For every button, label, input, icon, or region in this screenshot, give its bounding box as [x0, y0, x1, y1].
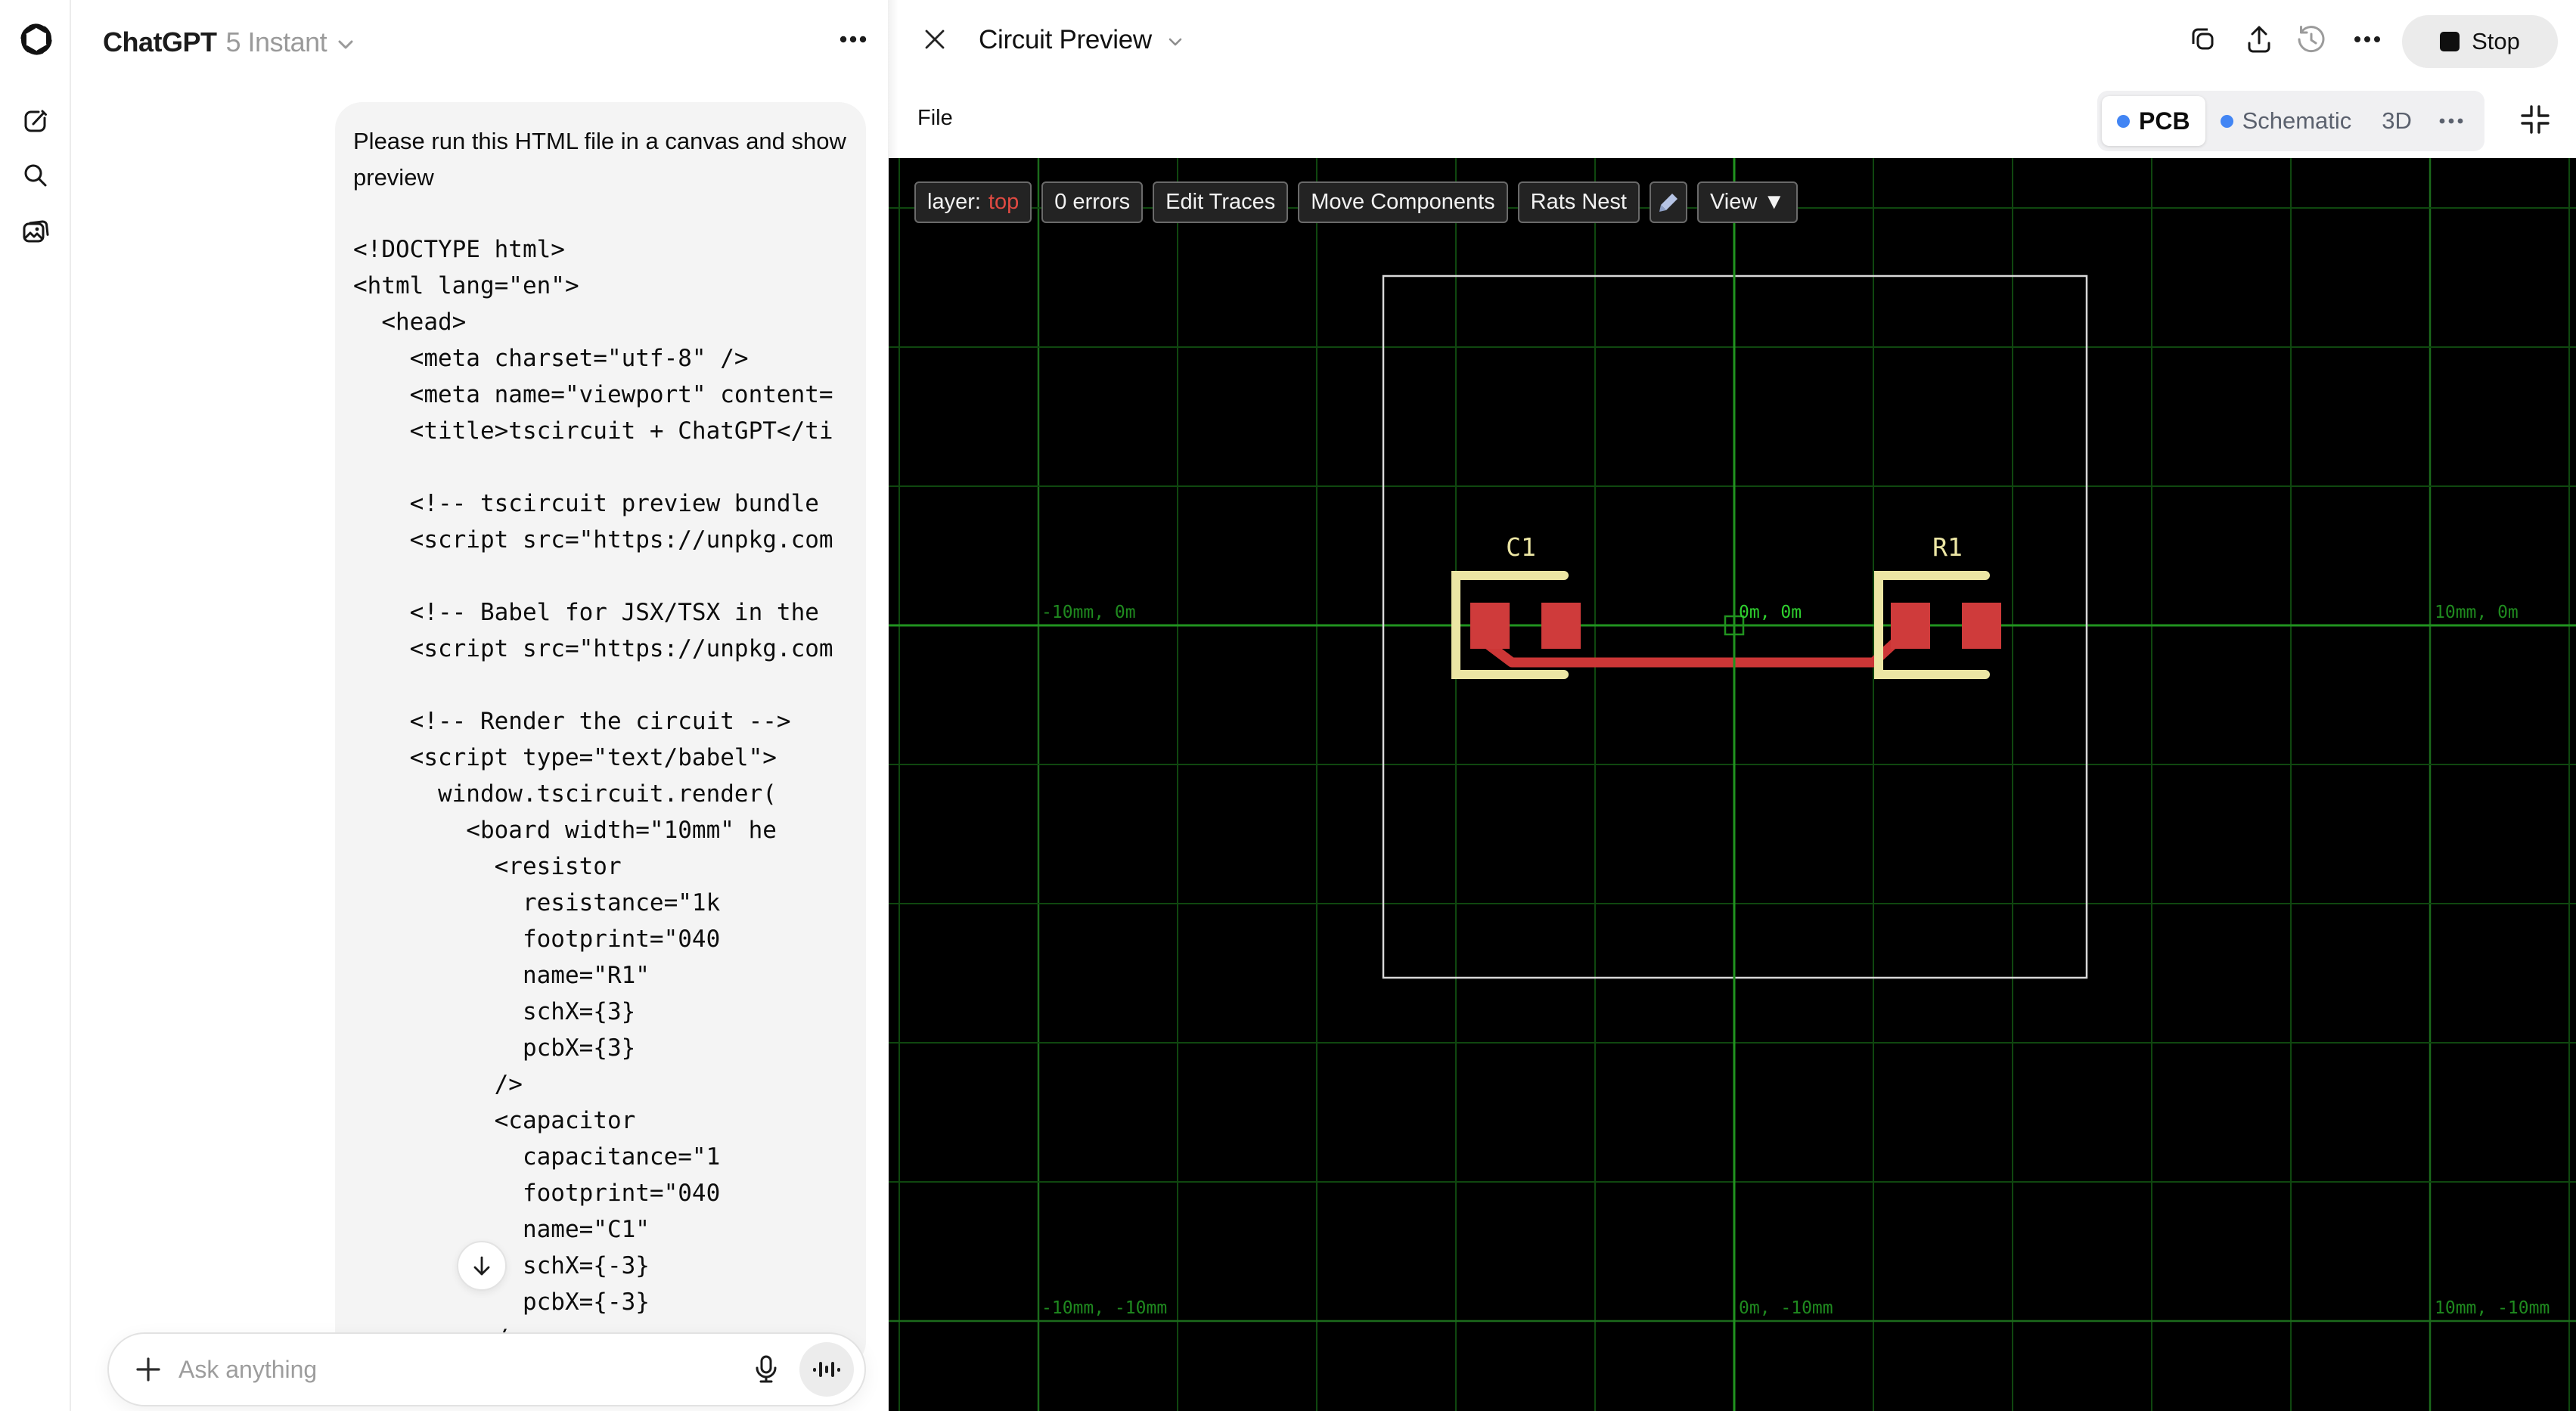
file-menu[interactable]: File [917, 97, 953, 139]
chat-column: ChatGPT 5 Instant Please run this HTML f… [73, 0, 886, 1411]
circuit-preview-panel: Circuit Preview Stop File PCB Schematic … [888, 0, 2576, 1411]
arrow-down-icon [473, 1256, 490, 1276]
pencil-icon [1659, 193, 1678, 212]
copy-icon[interactable] [2186, 23, 2219, 56]
pcb-drawing: C1 R1 -10mm, 0m 0m, 0m 10mm, 0m -10mm, -… [889, 158, 2576, 1411]
c1-pad-left [1470, 603, 1510, 649]
sidebar [0, 0, 71, 1411]
layer-button[interactable]: layer: top [914, 181, 1032, 223]
pencil-tool-button[interactable] [1649, 181, 1687, 223]
grid-label-left-bottom: -10mm, -10mm [1041, 1298, 1167, 1318]
r1-label: R1 [1932, 532, 1963, 562]
pcb-toolbar: layer: top 0 errors Edit Traces Move Com… [914, 181, 1799, 223]
stop-square-icon [2440, 32, 2460, 51]
tab-3d[interactable]: 3D [2367, 96, 2427, 146]
layer-value: top [988, 190, 1020, 214]
pcb-canvas[interactable]: C1 R1 -10mm, 0m 0m, 0m 10mm, 0m -10mm, -… [889, 158, 2576, 1411]
tab-schematic[interactable]: Schematic [2205, 96, 2367, 146]
user-message-code: <!DOCTYPE html> <html lang="en"> <head> … [353, 236, 833, 1352]
tab-pcb-label: PCB [2139, 107, 2190, 135]
history-icon[interactable] [2295, 23, 2328, 56]
c1-pad-right [1541, 603, 1581, 649]
composer [107, 1332, 866, 1406]
chevron-down-icon [1169, 38, 1182, 46]
voice-mode-button[interactable] [799, 1342, 854, 1397]
edit-traces-button[interactable]: Edit Traces [1153, 181, 1289, 223]
search-icon[interactable] [20, 160, 51, 191]
app-title: ChatGPT [103, 26, 217, 57]
model-selector[interactable]: ChatGPT 5 Instant [103, 23, 357, 62]
canvas-title: Circuit Preview [979, 25, 1152, 54]
grid-label-right-zero: 10mm, 0m [2435, 603, 2519, 622]
errors-button[interactable]: 0 errors [1041, 181, 1144, 223]
close-icon[interactable] [921, 26, 948, 53]
panel-more-options-icon[interactable] [2351, 23, 2384, 56]
stop-button[interactable]: Stop [2402, 15, 2558, 68]
model-name: 5 Instant [225, 26, 327, 57]
move-components-button[interactable]: Move Components [1298, 181, 1508, 223]
r1-pad-left [1891, 603, 1930, 649]
collapse-icon[interactable] [2517, 101, 2553, 138]
library-icon[interactable] [20, 216, 51, 247]
user-message-bubble: Please run this HTML file in a canvas an… [335, 102, 866, 1369]
pcb-status-dot [2117, 114, 2130, 128]
waveform-icon [813, 1362, 840, 1377]
layer-label: layer: [927, 190, 981, 214]
user-message-text: Please run this HTML file in a canvas an… [353, 128, 846, 191]
r1-pad-right [1962, 603, 2001, 649]
schematic-status-dot [2220, 114, 2233, 128]
chat-more-options-icon[interactable] [838, 27, 868, 51]
scroll-to-bottom-button[interactable] [457, 1241, 507, 1291]
grid-label-right-bottom: 10mm, -10mm [2435, 1298, 2550, 1318]
grid-label-center-bottom: 0m, -10mm [1739, 1298, 1833, 1318]
tab-pcb[interactable]: PCB [2102, 96, 2205, 146]
message-input[interactable] [178, 1355, 750, 1384]
chevron-down-icon [338, 40, 353, 49]
openai-logo-icon [20, 23, 53, 56]
canvas-title-selector[interactable]: Circuit Preview [979, 21, 1185, 59]
stop-label: Stop [2472, 28, 2520, 54]
grid-label-left-zero: -10mm, 0m [1041, 603, 1136, 622]
share-upload-icon[interactable] [2242, 23, 2276, 56]
tabs-more-options-icon[interactable] [2427, 113, 2475, 129]
view-dropdown-button[interactable]: View ▼ [1696, 181, 1799, 223]
new-chat-icon[interactable] [20, 106, 51, 136]
attach-plus-icon[interactable] [132, 1353, 165, 1386]
tab-schematic-label: Schematic [2242, 107, 2352, 134]
rats-nest-button[interactable]: Rats Nest [1517, 181, 1640, 223]
grid-label-origin: 0m, 0m [1739, 603, 1802, 622]
c1-label: C1 [1506, 532, 1536, 562]
tab-3d-label: 3D [2382, 107, 2412, 134]
view-tabs: PCB Schematic 3D [2097, 91, 2484, 151]
microphone-icon[interactable] [750, 1353, 783, 1386]
